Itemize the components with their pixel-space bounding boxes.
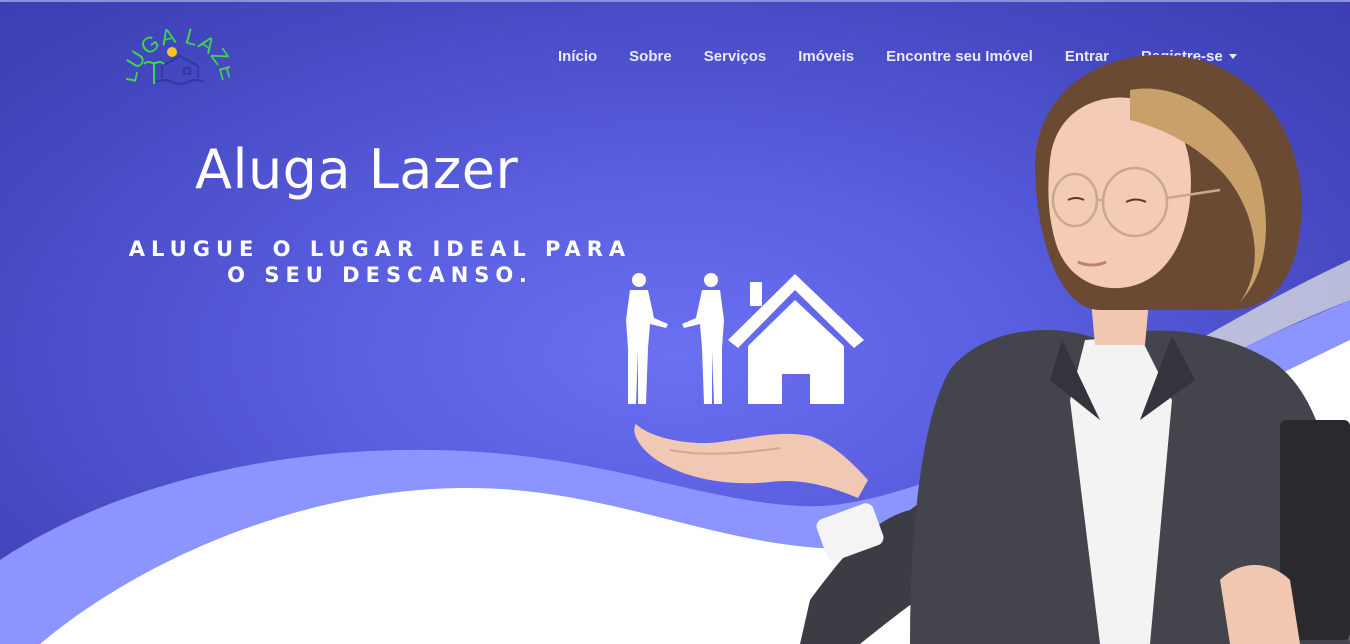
sun-icon [167, 47, 177, 57]
hero-section: ALUGA LAZER Início Sobre Serviços Imóvei… [0, 0, 1350, 644]
logo[interactable]: ALUGA LAZER [126, 22, 230, 98]
nav-sobre[interactable]: Sobre [629, 48, 672, 65]
house-logo-icon [161, 54, 199, 78]
water-icon [155, 79, 205, 85]
nav-inicio[interactable]: Início [558, 48, 597, 65]
hero-title: Aluga Lazer [195, 138, 519, 201]
hero-subtitle-line1: ALUGUE O LUGAR IDEAL PARA [128, 237, 632, 261]
logo-text: ALUGA LAZER [126, 22, 230, 85]
hero-subtitle: ALUGUE O LUGAR IDEAL PARA O SEU DESCANSO… [80, 236, 680, 288]
handshake-icon [626, 273, 724, 404]
hero-subtitle-line2: O SEU DESCANSO. [227, 263, 533, 287]
nav-servicos[interactable]: Serviços [704, 48, 767, 65]
businesswoman-image [800, 54, 1350, 644]
